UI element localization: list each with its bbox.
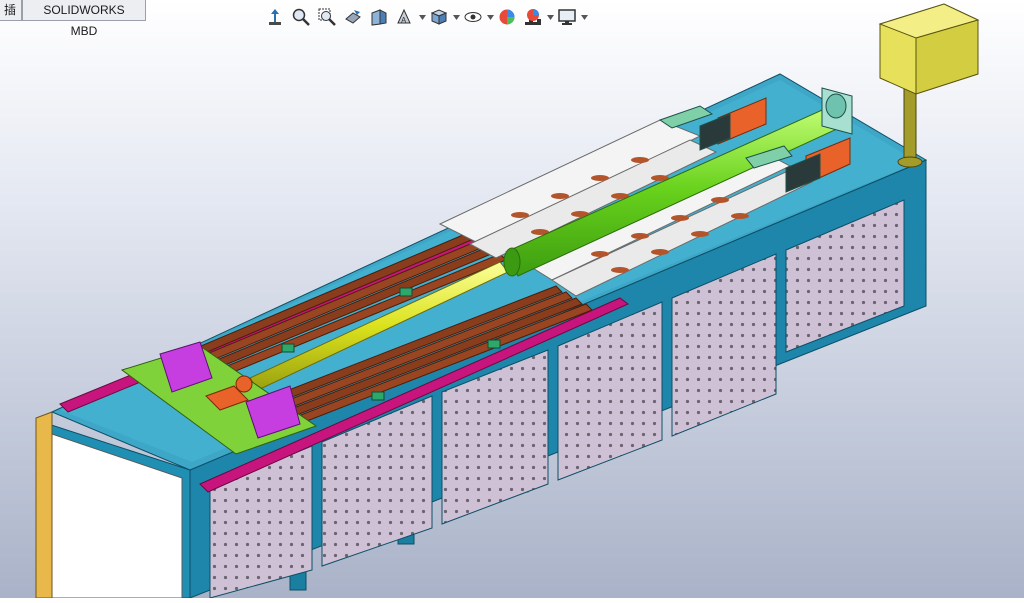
tab-add-ins[interactable]: 插件	[0, 0, 22, 21]
view-settings-icon[interactable]	[554, 4, 580, 30]
chevron-down-icon[interactable]	[418, 4, 426, 30]
tab-solidworks-mbd[interactable]: SOLIDWORKS MBD	[22, 0, 146, 38]
edit-appearance-icon[interactable]	[494, 4, 520, 30]
chevron-down-icon[interactable]	[546, 4, 554, 30]
chevron-down-icon[interactable]	[452, 4, 460, 30]
heads-up-view-toolbar: A	[262, 4, 588, 30]
apply-scene-icon[interactable]	[520, 4, 546, 30]
chevron-down-icon[interactable]	[580, 4, 588, 30]
zoom-to-fit-icon[interactable]	[288, 4, 314, 30]
svg-text:A: A	[401, 16, 407, 25]
section-view-icon[interactable]	[366, 4, 392, 30]
machine-model	[35, 3, 980, 599]
command-manager-tabs: 插件 SOLIDWORKS MBD	[0, 0, 146, 38]
display-style-icon[interactable]	[460, 4, 486, 30]
dynamic-annotation-icon[interactable]: A	[392, 4, 418, 30]
view-orientation-box-icon[interactable]	[426, 4, 452, 30]
chevron-down-icon[interactable]	[486, 4, 494, 30]
graphics-area[interactable]	[0, 0, 1024, 599]
zoom-to-area-icon[interactable]	[314, 4, 340, 30]
previous-view-icon[interactable]	[340, 4, 366, 30]
view-orientation-icon[interactable]	[262, 4, 288, 30]
